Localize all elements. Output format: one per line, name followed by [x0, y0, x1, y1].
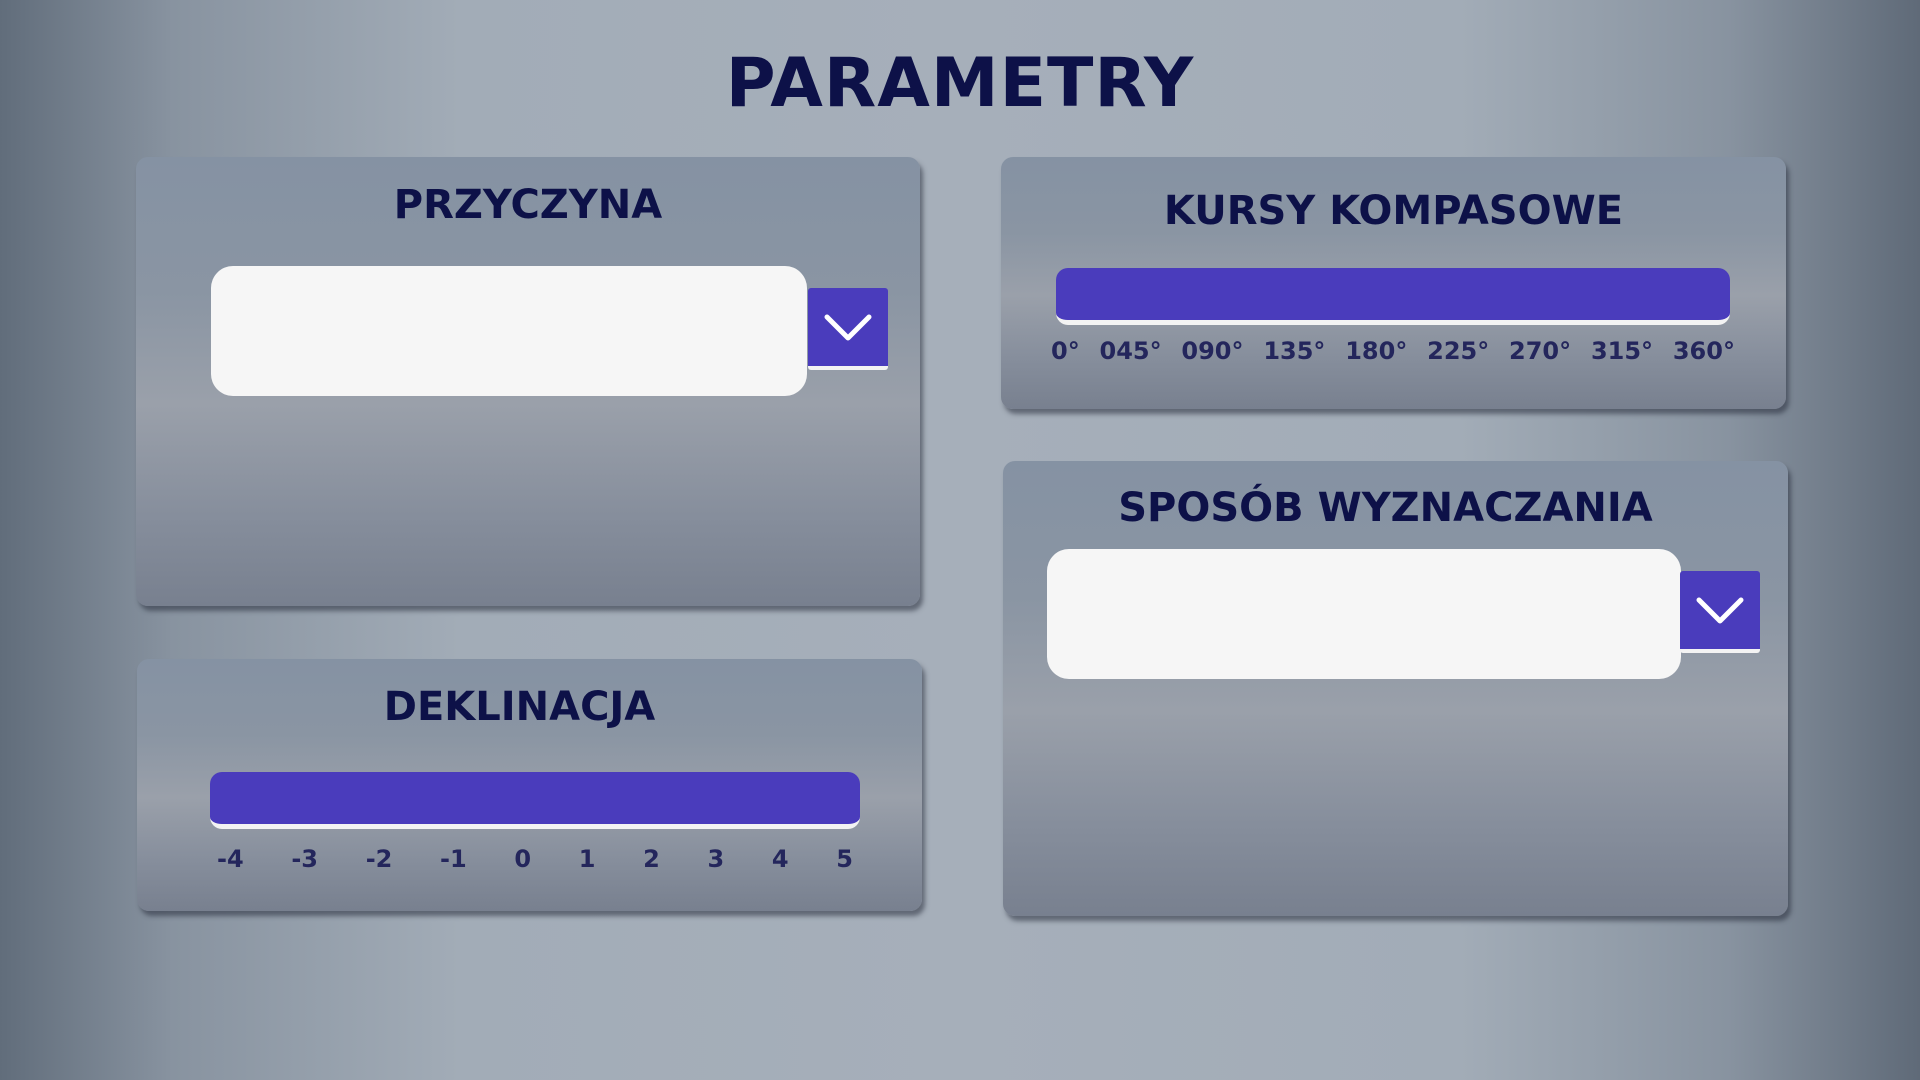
tick-label: -4	[217, 845, 244, 873]
tick-label: 0	[514, 845, 532, 873]
tick-label: 0°	[1051, 337, 1080, 365]
tick-label: -3	[291, 845, 319, 873]
tick-label: 090°	[1181, 337, 1244, 365]
sposob-panel: SPOSÓB WYZNACZANIA	[1003, 461, 1788, 916]
tick-label: 1	[578, 845, 596, 873]
tick-label: 180°	[1345, 337, 1408, 365]
tick-label: 2	[643, 845, 660, 873]
przyczyna-input[interactable]	[211, 266, 807, 396]
deklinacja-slider[interactable]	[210, 772, 860, 829]
tick-label: 5	[836, 845, 853, 873]
tick-label: 360°	[1672, 337, 1735, 365]
deklinacja-ticks: -4 -3 -2 -1 0 1 2 3 4 5	[217, 845, 853, 873]
kursy-ticks: 0° 045° 090° 135° 180° 225° 270° 315° 36…	[1051, 337, 1735, 365]
tick-label: 135°	[1263, 337, 1326, 365]
tick-label: 045°	[1099, 337, 1162, 365]
tick-label: 270°	[1509, 337, 1572, 365]
tick-label: 4	[771, 845, 789, 873]
tick-label: 225°	[1427, 337, 1490, 365]
chevron-down-icon	[1696, 597, 1744, 624]
page-title: PARAMETRY	[725, 44, 1195, 123]
sposob-title: SPOSÓB WYZNACZANIA	[1118, 485, 1653, 531]
tick-label: -2	[365, 845, 393, 873]
przyczyna-panel: PRZYCZYNA	[136, 157, 920, 606]
tick-label: 315°	[1590, 337, 1654, 365]
sposob-input[interactable]	[1047, 549, 1681, 679]
sposob-dropdown-button[interactable]	[1680, 571, 1760, 653]
chevron-down-icon	[824, 314, 872, 341]
przyczyna-title: PRZYCZYNA	[393, 182, 663, 228]
przyczyna-dropdown-button[interactable]	[808, 288, 888, 370]
deklinacja-panel: DEKLINACJA -4 -3 -2 -1 0 1 2 3 4 5	[137, 659, 922, 911]
kursy-slider[interactable]	[1056, 268, 1730, 325]
deklinacja-title: DEKLINACJA	[383, 684, 656, 730]
kursy-title: KURSY KOMPASOWE	[1163, 188, 1624, 234]
tick-label: 3	[707, 845, 725, 873]
tick-label: -1	[440, 845, 467, 873]
kursy-panel: KURSY KOMPASOWE 0° 045° 090° 135° 180° 2…	[1001, 157, 1786, 409]
